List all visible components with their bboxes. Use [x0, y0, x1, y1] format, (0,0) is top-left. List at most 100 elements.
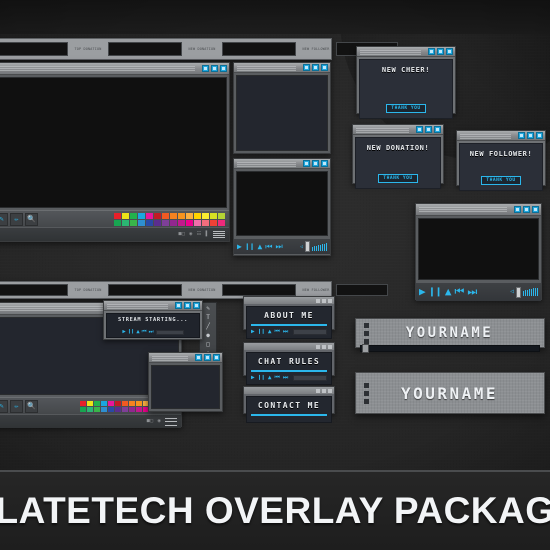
palette-swatch-1-3[interactable] — [101, 406, 107, 412]
palette-swatch-0-1[interactable] — [122, 212, 129, 219]
palette-swatch-0-4[interactable] — [108, 400, 114, 406]
maximize-button[interactable] — [312, 64, 319, 71]
color-palette[interactable] — [114, 212, 225, 226]
maximize-button[interactable] — [523, 206, 530, 213]
palette-swatch-1-0[interactable] — [80, 406, 86, 412]
fill-icon[interactable]: ● — [202, 332, 214, 340]
volume-knob[interactable] — [305, 241, 310, 252]
title-bar[interactable] — [234, 63, 330, 73]
palette-swatch-0-6[interactable] — [162, 212, 169, 219]
palette-swatch-1-3[interactable] — [138, 219, 145, 226]
brush-tool[interactable]: ✎ — [0, 212, 8, 226]
thank-you-button[interactable]: THANK YOU — [481, 176, 521, 185]
stop-button[interactable]: ▲ — [445, 286, 452, 297]
minimize-button[interactable] — [316, 388, 320, 393]
progress-bar[interactable] — [251, 324, 327, 326]
palette-swatch-1-5[interactable] — [154, 219, 161, 226]
tab-slot[interactable] — [108, 284, 182, 296]
title-bar[interactable] — [416, 204, 541, 216]
menu-icon[interactable] — [213, 230, 225, 239]
close-button[interactable] — [328, 298, 332, 303]
progress-bar[interactable] — [251, 370, 327, 372]
volume-slider[interactable] — [293, 329, 327, 335]
palette-swatch-1-8[interactable] — [178, 219, 185, 226]
palette-swatch-0-3[interactable] — [101, 400, 107, 406]
brush-icon[interactable]: ✎ — [202, 305, 214, 313]
play-button[interactable]: ▶ — [237, 242, 242, 251]
palette-swatch-0-12[interactable] — [210, 212, 217, 219]
thank-you-button[interactable]: THANK YOU — [378, 174, 418, 183]
maximize-button[interactable] — [527, 132, 534, 139]
next-button[interactable]: ⏭ — [283, 329, 288, 335]
palette-swatch-0-10[interactable] — [194, 212, 201, 219]
panel-header[interactable] — [244, 297, 334, 304]
pause-button[interactable]: ❙❙ — [258, 329, 265, 335]
maximize-button[interactable] — [437, 48, 444, 55]
title-bar[interactable] — [357, 47, 455, 57]
close-button[interactable] — [321, 160, 328, 167]
palette-swatch-1-8[interactable] — [136, 406, 142, 412]
play-button[interactable]: ▶ — [122, 329, 125, 336]
palette-swatch-1-9[interactable] — [186, 219, 193, 226]
stop-button[interactable]: ▲ — [257, 242, 262, 251]
panel-header[interactable] — [244, 343, 334, 350]
palette-swatch-0-2[interactable] — [130, 212, 137, 219]
preview-area[interactable] — [236, 171, 328, 236]
palette-swatch-1-2[interactable] — [94, 406, 100, 412]
magnifier-tool[interactable]: 🔍 — [25, 399, 38, 413]
close-button[interactable] — [321, 64, 328, 71]
volume-control[interactable]: ◁ — [510, 286, 538, 298]
pencil-tool[interactable]: ✏ — [10, 399, 23, 413]
minimize-button[interactable] — [202, 65, 209, 72]
palette-swatch-0-13[interactable] — [218, 212, 225, 219]
prev-button[interactable]: ⏮ — [274, 375, 279, 381]
preview-area[interactable] — [236, 75, 328, 151]
tab-slot[interactable] — [222, 284, 296, 296]
palette-swatch-1-0[interactable] — [114, 219, 121, 226]
maximize-button[interactable] — [322, 344, 326, 349]
prev-button[interactable]: ⏮ — [265, 242, 272, 251]
minimize-button[interactable] — [518, 132, 525, 139]
close-button[interactable] — [446, 48, 453, 55]
minimize-button[interactable] — [428, 48, 435, 55]
stop-button[interactable]: ▲ — [136, 329, 139, 336]
minimize-button[interactable] — [514, 206, 521, 213]
pause-button[interactable]: ❙❙ — [245, 242, 255, 251]
line-icon[interactable]: ╱ — [202, 323, 214, 331]
banner-rail[interactable] — [360, 345, 540, 352]
close-button[interactable] — [434, 126, 441, 133]
volume-slider[interactable] — [293, 375, 327, 381]
minimize-button[interactable] — [303, 64, 310, 71]
canvas-area[interactable] — [0, 77, 227, 208]
thank-you-button[interactable]: THANK YOU — [386, 104, 426, 113]
panel-header[interactable] — [244, 387, 334, 394]
title-bar[interactable] — [104, 301, 202, 311]
volume-control[interactable]: ◁ — [300, 241, 327, 252]
close-button[interactable] — [532, 206, 539, 213]
palette-swatch-0-7[interactable] — [129, 400, 135, 406]
tab-slot[interactable] — [336, 284, 388, 296]
close-button[interactable] — [328, 388, 332, 393]
palette-swatch-0-0[interactable] — [114, 212, 121, 219]
palette-swatch-0-9[interactable] — [186, 212, 193, 219]
prev-button[interactable]: ⏮ — [455, 286, 465, 297]
tab-slot[interactable] — [0, 42, 68, 56]
pause-button[interactable]: ❙❙ — [429, 286, 442, 297]
shape-icon[interactable]: □ — [202, 341, 214, 349]
palette-swatch-1-12[interactable] — [210, 219, 217, 226]
video-area[interactable] — [418, 218, 539, 280]
palette-swatch-0-7[interactable] — [170, 212, 177, 219]
close-button[interactable] — [328, 344, 332, 349]
maximize-button[interactable] — [322, 298, 326, 303]
play-button[interactable]: ▶ — [251, 375, 255, 381]
next-button[interactable]: ⏭ — [149, 329, 154, 336]
maximize-button[interactable] — [184, 302, 191, 309]
palette-swatch-1-11[interactable] — [202, 219, 209, 226]
next-button[interactable]: ⏭ — [283, 375, 288, 381]
palette-swatch-0-4[interactable] — [146, 212, 153, 219]
minimize-button[interactable] — [175, 302, 182, 309]
minimize-button[interactable] — [316, 344, 320, 349]
play-button[interactable]: ▶ — [251, 329, 255, 335]
tab-slot[interactable] — [222, 42, 296, 56]
palette-swatch-0-8[interactable] — [136, 400, 142, 406]
